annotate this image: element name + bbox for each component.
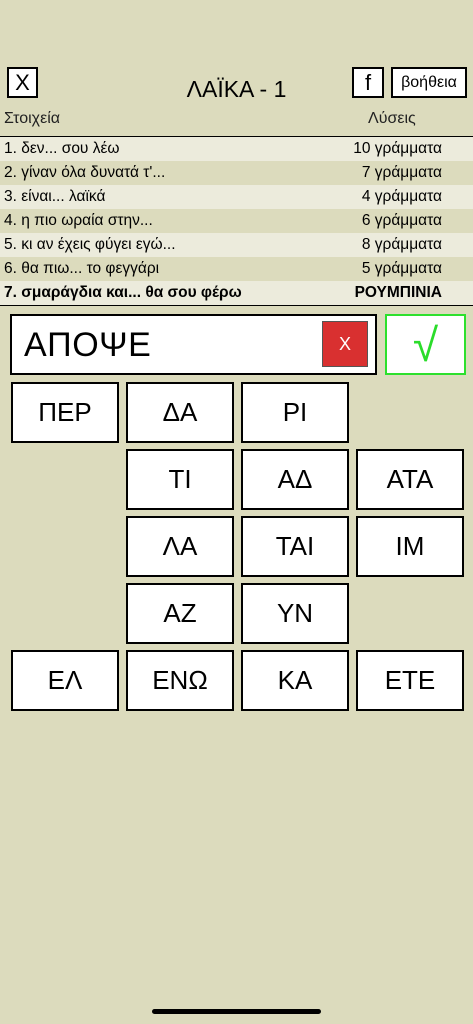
answer-text: ΑΠΟΨΕ <box>24 326 152 364</box>
clue-solution: 6 γράμματα <box>361 212 442 229</box>
clue-row-selected[interactable]: 7. σμαράγδια και... θα σου φέρω ΡΟΥΜΠΙΝΙ… <box>0 281 473 305</box>
syllable-tile[interactable]: ΑΖ <box>126 583 234 644</box>
clue-solution: 8 γράμματα <box>361 236 442 253</box>
syllable-tile[interactable]: ΠΕΡ <box>11 382 119 443</box>
syllable-tile[interactable]: ΤΙ <box>126 449 234 510</box>
help-button[interactable]: βοήθεια <box>391 67 467 98</box>
clue-solution: 7 γράμματα <box>361 164 442 181</box>
clue-solution: 4 γράμματα <box>361 188 442 205</box>
check-button[interactable]: √ <box>385 314 466 375</box>
clue-row[interactable]: 4. η πιο ωραία στην... 6 γράμματα <box>0 209 473 233</box>
clues-divider <box>0 305 473 306</box>
syllable-tile[interactable]: ΡΙ <box>241 382 349 443</box>
clue-solution: ΡΟΥΜΠΙΝΙΑ <box>354 284 442 301</box>
syllable-tile[interactable]: ΙΜ <box>356 516 464 577</box>
solutions-column-header: Λύσεις <box>368 110 416 127</box>
syllable-tile[interactable]: ΕΝΩ <box>126 650 234 711</box>
clues-column-header: Στοιχεία <box>4 110 61 127</box>
syllable-tile[interactable]: ΑΔ <box>241 449 349 510</box>
syllable-tile[interactable]: ΤΑΙ <box>241 516 349 577</box>
home-indicator[interactable] <box>152 1009 321 1014</box>
syllable-tile[interactable]: ΑΤΑ <box>356 449 464 510</box>
clue-row[interactable]: 6. θα πιω... το φεγγάρι 5 γράμματα <box>0 257 473 281</box>
clear-button[interactable]: X <box>322 321 368 367</box>
clue-list: 1. δεν... σου λέω 10 γράμματα 2. γίναν ό… <box>0 137 473 305</box>
syllable-tile[interactable]: ΕΛ <box>11 650 119 711</box>
facebook-button[interactable]: f <box>352 67 384 98</box>
clue-row[interactable]: 1. δεν... σου λέω 10 γράμματα <box>0 137 473 161</box>
syllable-tile[interactable]: ΥΝ <box>241 583 349 644</box>
syllable-tile[interactable]: ΔΑ <box>126 382 234 443</box>
syllable-tile[interactable]: ΛΑ <box>126 516 234 577</box>
clue-solution: 5 γράμματα <box>361 260 442 277</box>
clue-row[interactable]: 3. είναι... λαϊκά 4 γράμματα <box>0 185 473 209</box>
clue-row[interactable]: 5. κι αν έχεις φύγει εγώ... 8 γράμματα <box>0 233 473 257</box>
syllable-tile[interactable]: ΚΑ <box>241 650 349 711</box>
clue-row[interactable]: 2. γίναν όλα δυνατά τ'... 7 γράμματα <box>0 161 473 185</box>
syllable-tile[interactable]: ΕΤΕ <box>356 650 464 711</box>
clue-solution: 10 γράμματα <box>353 140 442 157</box>
